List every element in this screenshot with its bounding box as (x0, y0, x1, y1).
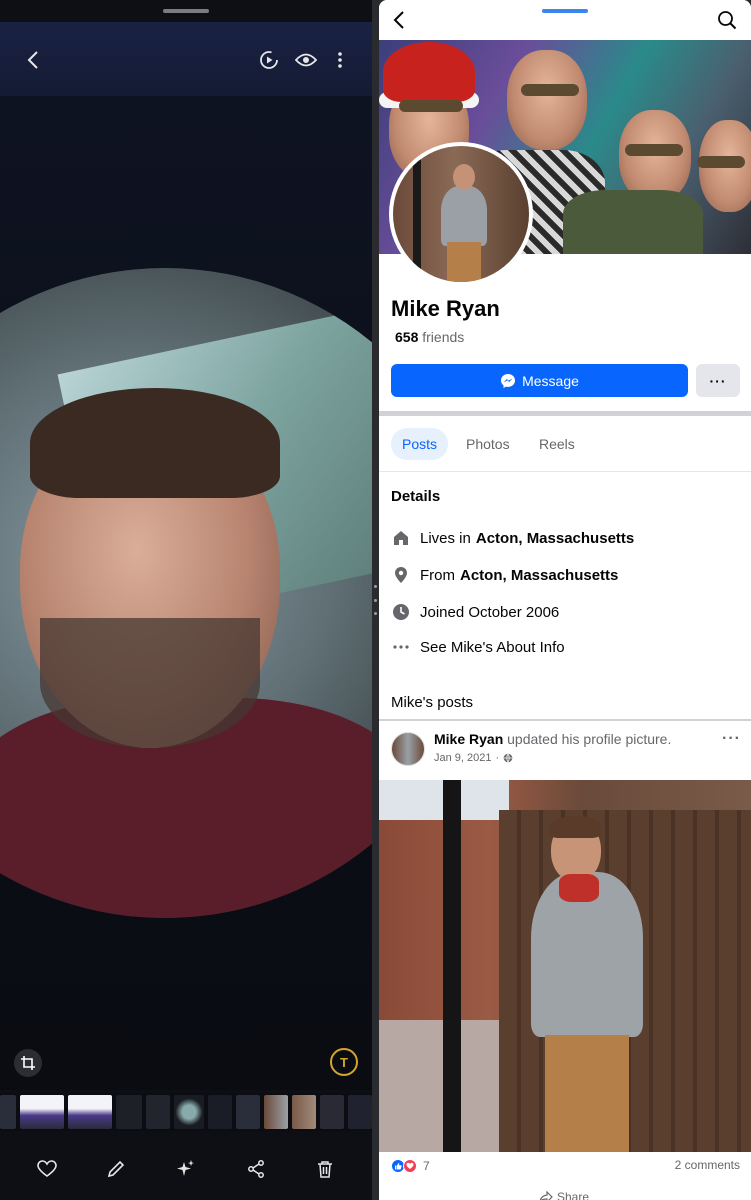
tab-photos[interactable]: Photos (455, 428, 521, 460)
camo-shirt (563, 190, 703, 254)
message-button[interactable]: Message (391, 364, 688, 397)
share-icon[interactable] (241, 1154, 271, 1184)
detail-joined: Joined October 2006 (391, 601, 559, 623)
post-more-icon[interactable]: ··· (722, 730, 741, 748)
filmstrip-thumb[interactable] (320, 1095, 344, 1129)
gallery-pane: T (0, 0, 372, 1200)
edit-icon[interactable] (101, 1154, 131, 1184)
profile-avatar[interactable] (389, 142, 533, 286)
search-icon[interactable] (717, 10, 737, 35)
detail-lives-in: Lives in Acton, Massachusetts (391, 527, 634, 549)
more-vertical-icon[interactable] (326, 46, 354, 74)
location-pin-icon (391, 565, 411, 585)
window-handle[interactable] (163, 9, 209, 13)
sunglasses (697, 156, 745, 168)
more-horizontal-icon (391, 637, 411, 657)
filmstrip-thumb[interactable] (264, 1095, 288, 1129)
split-screen: T Mike Ryan 658 friends Message ··· Post… (0, 0, 751, 1200)
facebook-top-bar (379, 0, 751, 40)
tab-posts[interactable]: Posts (391, 428, 449, 460)
filmstrip-thumb[interactable] (236, 1095, 260, 1129)
comments-count[interactable]: 2 comments (675, 1158, 740, 1172)
cover-person (507, 50, 587, 150)
reactions-summary[interactable]: 7 (391, 1158, 430, 1174)
filmstrip-thumb[interactable] (116, 1095, 142, 1129)
home-icon (391, 528, 411, 548)
cover-person (619, 110, 691, 202)
detail-about-link[interactable]: See Mike's About Info (391, 636, 565, 658)
gallery-top-bar (0, 22, 372, 96)
filmstrip-thumb[interactable] (20, 1095, 64, 1129)
facebook-pane: Mike Ryan 658 friends Message ··· Posts … (379, 0, 751, 1200)
split-divider-handle[interactable] (372, 585, 379, 615)
heart-icon[interactable] (32, 1154, 62, 1184)
filmstrip-thumb[interactable] (348, 1095, 372, 1129)
sunglasses (399, 100, 463, 112)
hair (30, 388, 280, 498)
sunglasses (625, 144, 683, 156)
detail-from: From Acton, Massachusetts (391, 564, 618, 586)
section-separator (379, 719, 751, 721)
share-arrow-icon (539, 1191, 553, 1200)
filmstrip-thumb[interactable] (146, 1095, 170, 1129)
filmstrip-thumb[interactable] (174, 1095, 204, 1129)
friends-count[interactable]: 658 friends (395, 329, 464, 345)
profile-more-button[interactable]: ··· (696, 364, 740, 397)
post-photo[interactable] (379, 780, 751, 1152)
selfie-photo[interactable] (0, 268, 372, 918)
post-author-name[interactable]: Mike Ryan (434, 731, 503, 747)
sunglasses (521, 84, 579, 96)
profile-tabs: Posts Photos Reels (379, 416, 751, 472)
details-heading: Details (391, 488, 441, 505)
profile-name: Mike Ryan (391, 296, 500, 321)
filmstrip-thumb[interactable] (208, 1095, 232, 1129)
crop-icon[interactable] (14, 1049, 42, 1077)
love-reaction-icon (403, 1159, 417, 1173)
post-meta: Jan 9, 2021 · (434, 752, 513, 764)
santa-hat (383, 42, 475, 102)
back-icon[interactable] (393, 10, 405, 35)
messenger-icon (501, 373, 516, 388)
globe-icon (503, 753, 513, 763)
text-extract-icon[interactable]: T (330, 1048, 358, 1076)
beard (40, 618, 260, 748)
sparkle-icon[interactable] (171, 1154, 201, 1184)
eye-icon[interactable] (292, 46, 320, 74)
filmstrip-thumb[interactable] (68, 1095, 112, 1129)
filmstrip-thumb[interactable] (292, 1095, 316, 1129)
post-date[interactable]: Jan 9, 2021 (434, 752, 492, 764)
back-icon[interactable] (20, 46, 48, 74)
filmstrip-thumb[interactable] (0, 1095, 16, 1129)
filmstrip[interactable] (0, 1093, 372, 1131)
post-header: Mike Ryan updated his profile picture. (434, 731, 672, 747)
post-author-avatar[interactable] (391, 732, 425, 766)
share-button[interactable]: Share (539, 1190, 589, 1200)
tab-reels[interactable]: Reels (528, 428, 586, 460)
trash-icon[interactable] (310, 1154, 340, 1184)
motion-photo-icon[interactable] (255, 46, 283, 74)
gallery-bottom-bar (0, 1138, 372, 1200)
window-handle[interactable] (542, 9, 588, 13)
posts-heading: Mike's posts (391, 694, 474, 711)
clock-icon (391, 602, 411, 622)
